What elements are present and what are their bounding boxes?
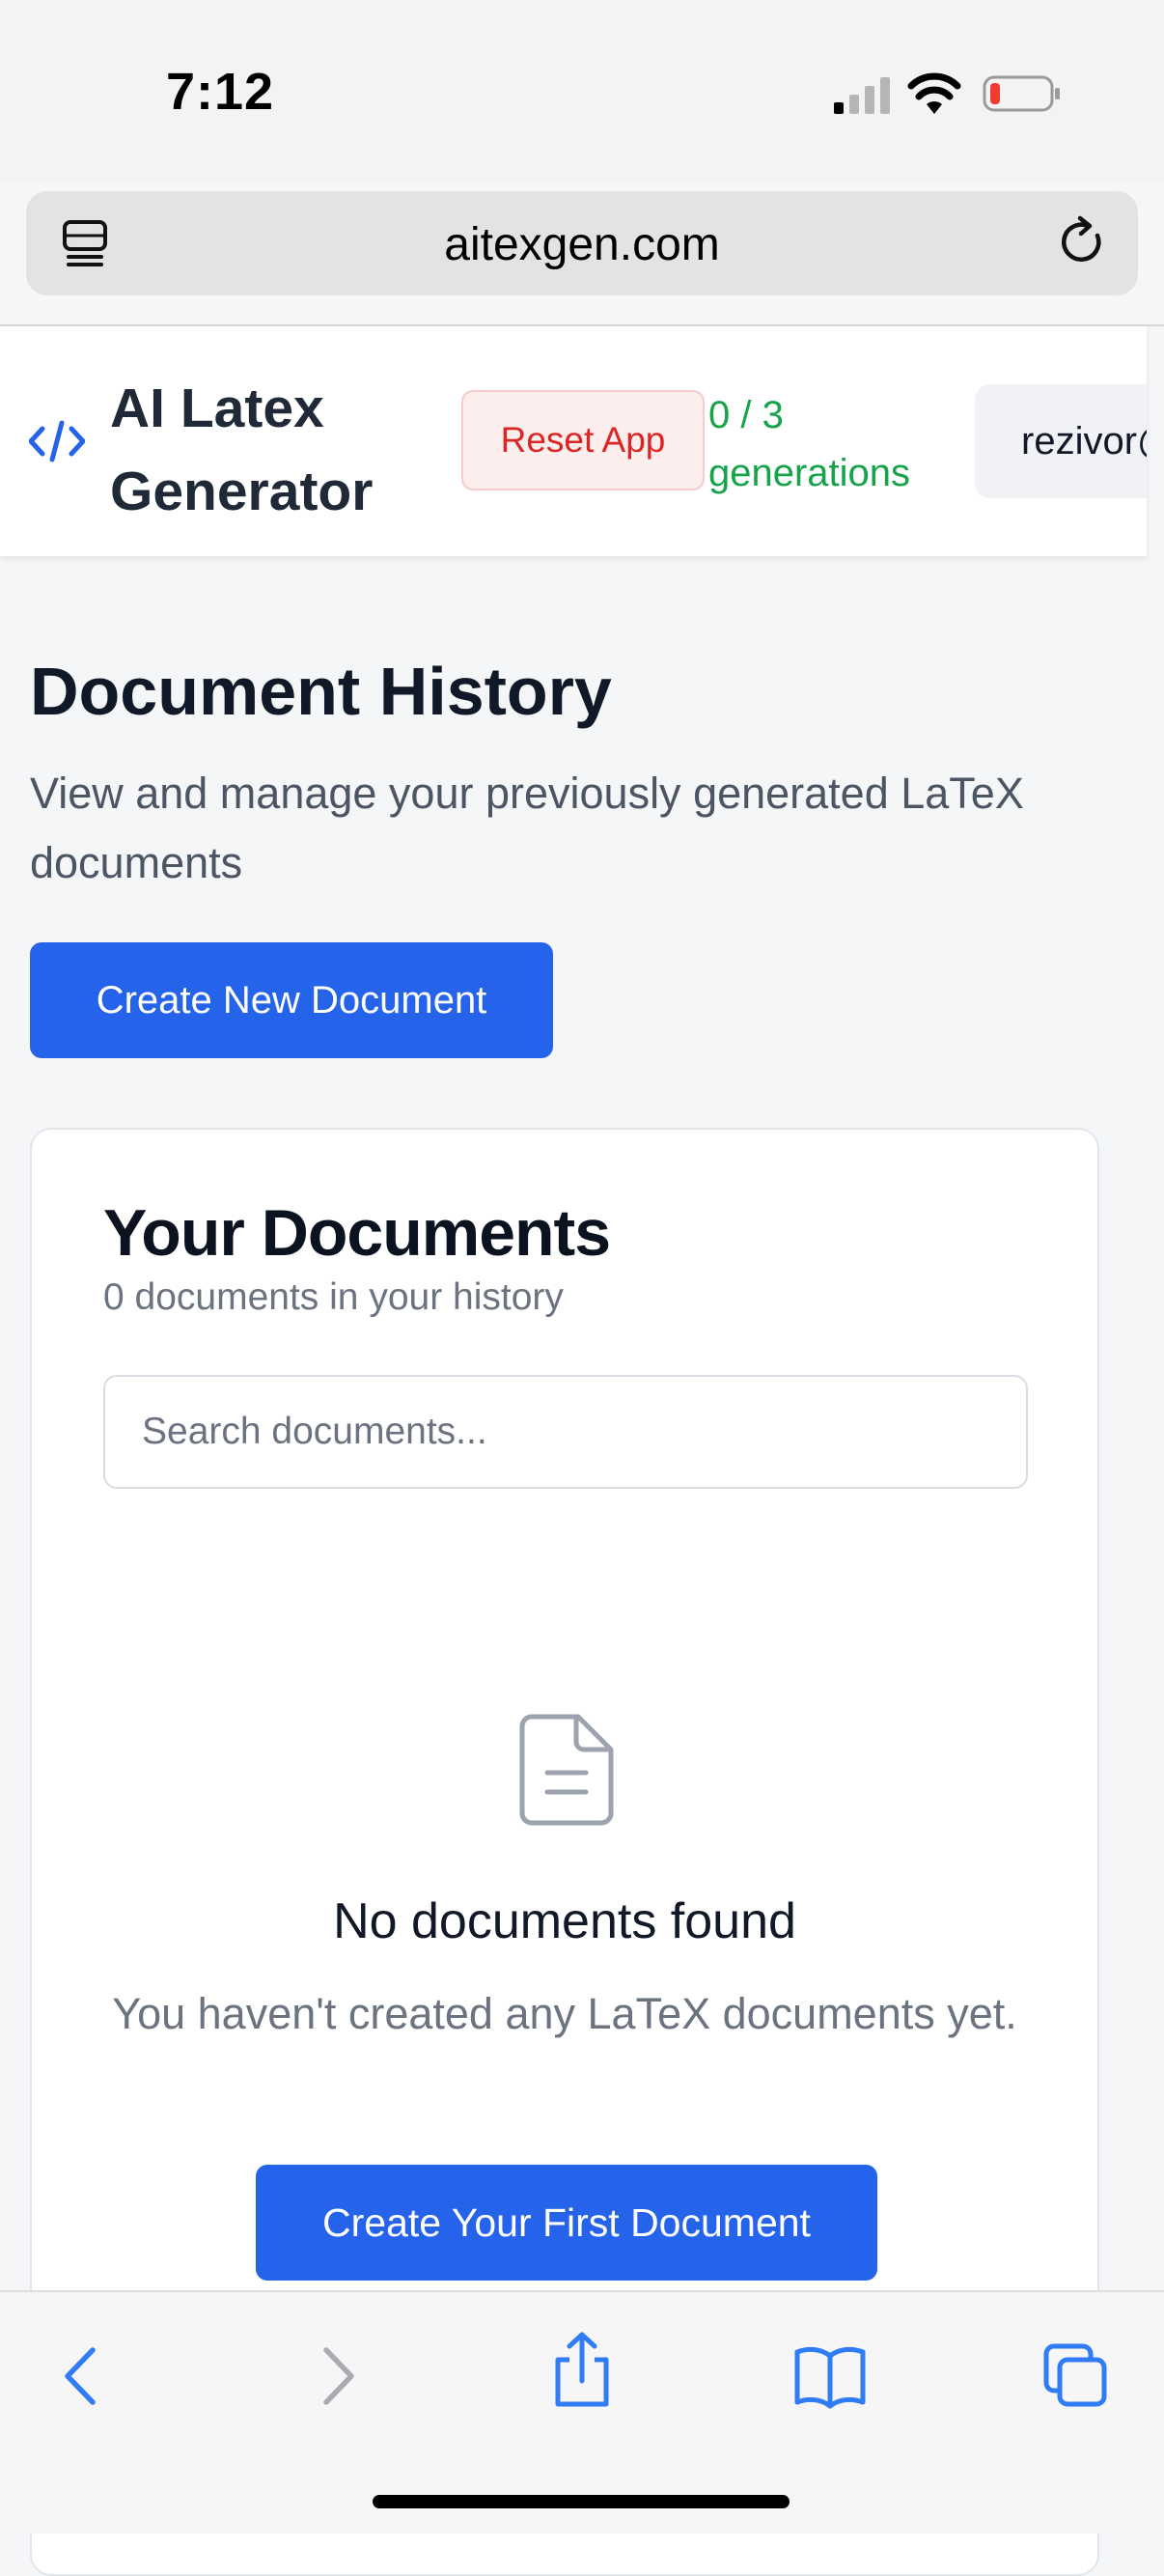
code-icon (29, 420, 85, 462)
create-new-document-button[interactable]: Create New Document (30, 942, 553, 1058)
card-title: Your Documents (103, 1196, 611, 1270)
share-icon[interactable] (548, 2331, 616, 2410)
cellular-signal-icon (834, 77, 890, 114)
create-first-document-button[interactable]: Create Your First Document (256, 2165, 877, 2281)
forward-icon[interactable] (301, 2342, 369, 2410)
document-count: 0 documents in your history (103, 1276, 564, 1318)
status-time: 7:12 (166, 63, 275, 121)
url-text[interactable]: aitexgen.com (26, 218, 1138, 271)
app-header: AI Latex Generator Reset App 0 / 3 gener… (0, 326, 1147, 556)
empty-state-title: No documents found (333, 1893, 796, 1949)
reload-icon[interactable] (1055, 214, 1109, 270)
home-indicator (373, 2495, 790, 2508)
back-icon[interactable] (50, 2342, 118, 2410)
user-menu-button[interactable]: rezivor@ (975, 384, 1147, 498)
address-bar[interactable]: aitexgen.com (26, 191, 1138, 295)
page-title: Document History (30, 654, 612, 729)
wifi-icon (907, 72, 961, 114)
status-bar: 7:12 (0, 0, 1164, 183)
app-title[interactable]: AI Latex Generator (110, 367, 419, 533)
document-icon (519, 1714, 614, 1826)
reset-app-button[interactable]: Reset App (461, 390, 705, 490)
generations-counter: 0 / 3 generations (708, 394, 911, 494)
tabs-icon[interactable] (1042, 2342, 1110, 2410)
search-input[interactable] (103, 1375, 1028, 1489)
empty-state-text: You haven't created any LaTeX documents … (112, 1989, 1017, 2038)
page-subtitle: View and manage your previously generate… (30, 769, 1024, 887)
battery-low-icon (983, 75, 1060, 112)
bookmarks-icon[interactable] (793, 2342, 867, 2410)
